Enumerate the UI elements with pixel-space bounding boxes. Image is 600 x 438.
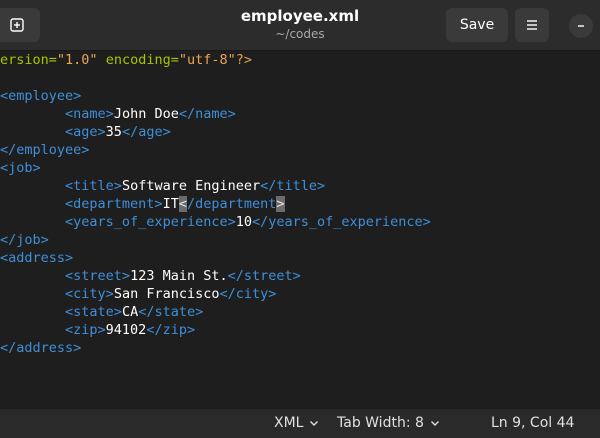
code-line[interactable]: <age>35</age> xyxy=(0,123,431,141)
code-token: "utf-8" xyxy=(178,52,236,68)
code-token: 94102 xyxy=(105,322,147,338)
code-token: 35 xyxy=(105,124,122,140)
save-button[interactable]: Save xyxy=(446,8,508,42)
chevron-down-icon xyxy=(430,421,439,426)
code-line[interactable]: </address> xyxy=(0,339,431,357)
code-token: Software Engineer xyxy=(121,178,261,194)
code-line[interactable]: <address> xyxy=(0,249,431,267)
code-token: </title> xyxy=(260,178,326,194)
menu-button[interactable] xyxy=(515,8,549,42)
code-token: ersion= xyxy=(0,52,57,68)
code-token: ?> xyxy=(235,52,253,68)
code-token: </zip> xyxy=(146,322,196,338)
bracket-match-highlight: > xyxy=(276,196,285,212)
code-token: encoding= xyxy=(105,52,179,68)
code-token: CA xyxy=(121,304,139,320)
code-token: <state> xyxy=(65,304,122,320)
code-token: <years_of_experience> xyxy=(65,214,236,230)
bracket-match-highlight: < xyxy=(178,196,187,212)
code-token: </city> xyxy=(219,286,277,302)
cursor-position-label: Ln 9, Col 44 xyxy=(491,415,575,431)
code-token: <employee> xyxy=(0,88,82,104)
status-bar: XML Tab Width: 8 Ln 9, Col 44 xyxy=(0,408,600,438)
code-token: <job> xyxy=(0,160,41,176)
code-token: San Francisco xyxy=(113,286,220,302)
new-tab-button[interactable] xyxy=(0,8,40,42)
code-token: John Doe xyxy=(113,106,179,122)
code-token: </street> xyxy=(227,268,301,284)
cursor-position[interactable]: Ln 9, Col 44 xyxy=(491,415,574,431)
code-line[interactable]: ersion="1.0" encoding="utf-8"?> xyxy=(0,51,431,69)
code-token: <title> xyxy=(65,178,122,194)
code-line[interactable] xyxy=(0,69,431,87)
code-token: 123 Main St. xyxy=(130,268,228,284)
code-line[interactable]: <employee> xyxy=(0,87,431,105)
tab-width-label: Tab Width: 8 xyxy=(337,415,424,431)
code-token: </address> xyxy=(0,340,82,356)
code-line[interactable]: <department>IT</department> xyxy=(0,195,431,213)
code-token: </job> xyxy=(0,232,49,248)
code-line[interactable]: </employee> xyxy=(0,141,431,159)
window-close-button[interactable] xyxy=(569,14,593,38)
code-line[interactable]: <state>CA</state> xyxy=(0,303,431,321)
code-token: /department xyxy=(186,196,277,212)
chevron-down-icon xyxy=(310,421,319,426)
code-line[interactable]: <city>San Francisco</city> xyxy=(0,285,431,303)
hamburger-menu-icon xyxy=(527,20,537,30)
code-token: </state> xyxy=(138,304,204,320)
window-subtitle: ~/codes xyxy=(275,27,325,41)
code-line[interactable]: <job> xyxy=(0,159,431,177)
code-token: "1.0" xyxy=(56,52,98,68)
code-token: </name> xyxy=(178,106,236,122)
language-selector[interactable]: XML xyxy=(274,415,319,431)
window-title: employee.xml xyxy=(240,7,360,25)
window-title-area: employee.xml ~/codes xyxy=(200,7,400,42)
code-token: <department> xyxy=(65,196,163,212)
language-label: XML xyxy=(274,415,304,431)
code-token: <address> xyxy=(0,250,74,266)
code-line[interactable]: <zip>94102</zip> xyxy=(0,321,431,339)
header-bar: employee.xml ~/codes Save xyxy=(0,0,600,51)
code-line[interactable]: </job> xyxy=(0,231,431,249)
code-token: <street> xyxy=(65,268,131,284)
code-token: </years_of_experience> xyxy=(251,214,431,230)
new-tab-icon xyxy=(10,18,24,32)
code-token: IT xyxy=(162,196,179,212)
code-token: <zip> xyxy=(65,322,106,338)
code-token: 10 xyxy=(235,214,252,230)
code-line[interactable]: <street>123 Main St.</street> xyxy=(0,267,431,285)
code-line[interactable]: <name>John Doe</name> xyxy=(0,105,431,123)
code-editor[interactable]: ersion="1.0" encoding="utf-8"?> <employe… xyxy=(0,51,600,408)
tab-width-selector[interactable]: Tab Width: 8 xyxy=(337,415,440,431)
code-token: <age> xyxy=(65,124,106,140)
code-token: </employee> xyxy=(0,142,90,158)
close-window-icon xyxy=(578,25,584,27)
code-token: <name> xyxy=(65,106,114,122)
code-token: <city> xyxy=(65,286,114,302)
code-content[interactable]: ersion="1.0" encoding="utf-8"?> <employe… xyxy=(0,51,431,357)
code-line[interactable]: <title>Software Engineer</title> xyxy=(0,177,431,195)
code-token: </age> xyxy=(121,124,171,140)
code-line[interactable]: <years_of_experience>10</years_of_experi… xyxy=(0,213,431,231)
